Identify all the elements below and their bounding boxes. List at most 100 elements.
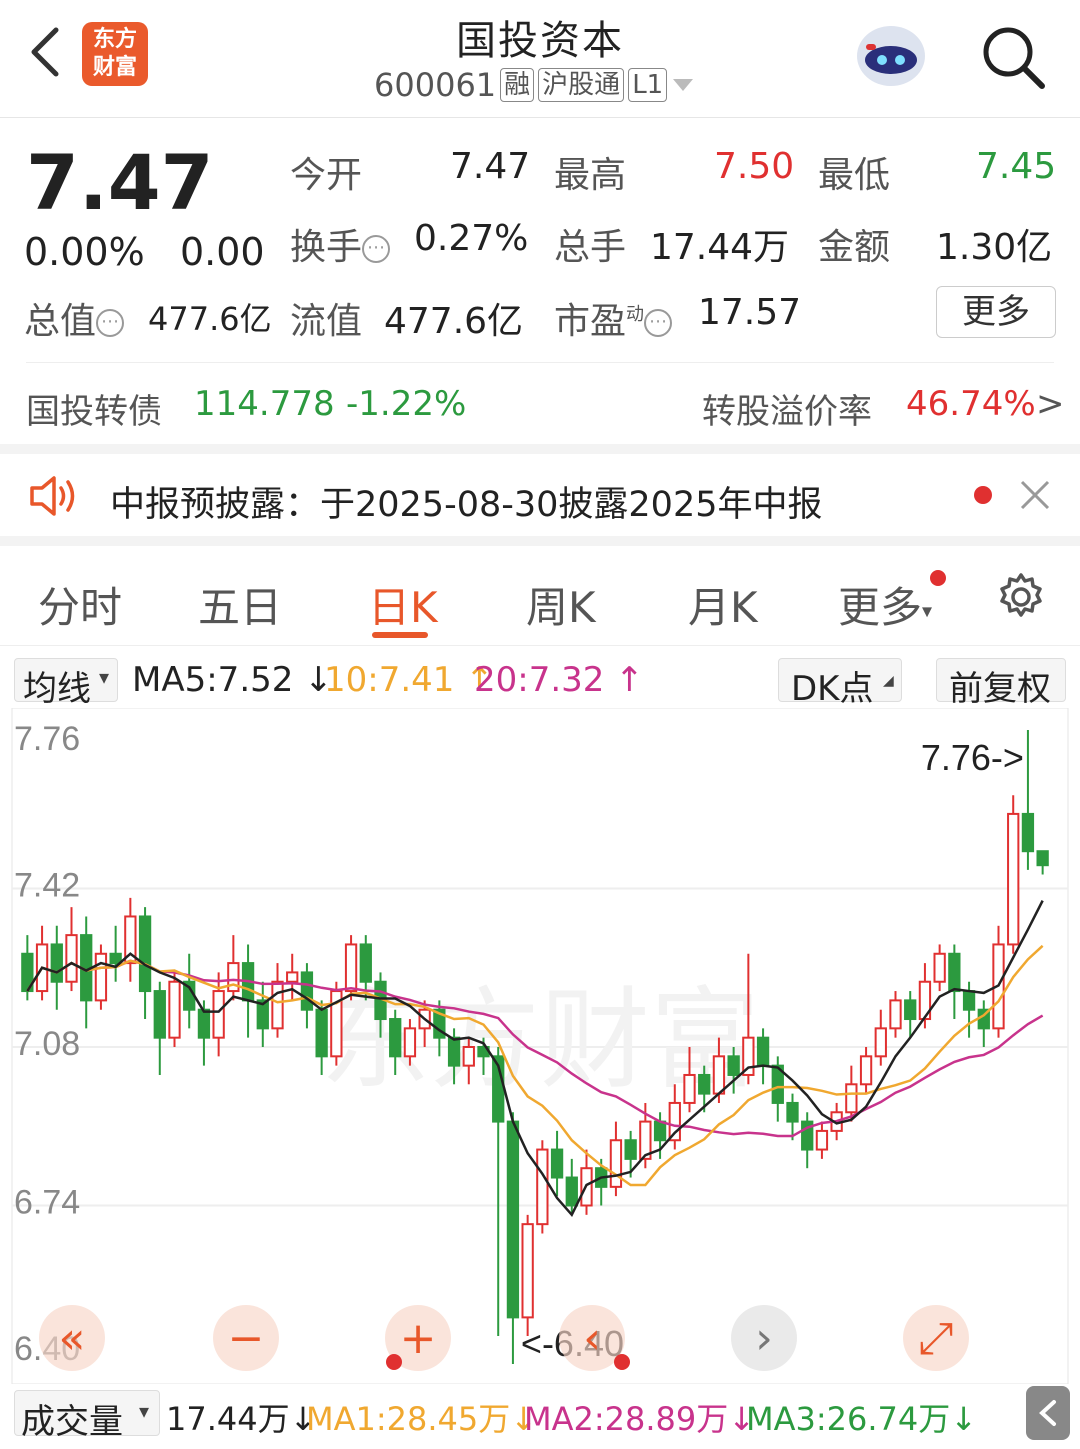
turnover-value: 0.27% [414, 218, 529, 259]
assistant-robot-icon[interactable] [852, 18, 930, 92]
svg-text:‹: ‹ [583, 1313, 601, 1364]
candle-body [653, 1120, 667, 1142]
bond-change: -1.22% [346, 384, 467, 424]
level-tag[interactable]: L1 [628, 68, 668, 102]
search-icon[interactable] [976, 20, 1048, 92]
candle-body [197, 1008, 211, 1039]
ma10-value: 10:7.41 ↑ [324, 660, 494, 700]
candle-body [1036, 850, 1049, 867]
candle-body [565, 1176, 578, 1207]
divider [26, 362, 1054, 363]
candle-body [815, 1129, 829, 1151]
vol-ma1: MA1:28.45万↓ [306, 1400, 538, 1438]
collapse-button[interactable] [1026, 1386, 1070, 1440]
vol-ma3: MA3:26.74万↓ [746, 1400, 978, 1438]
ma-indicator-line: 均线 ▾ MA5:7.52 ↓ 10:7.41 ↑ 20:7.32 ↑ DK点 ◢ … [0, 652, 1080, 709]
tab-five-day[interactable]: 五日 [198, 574, 282, 635]
candle-body [271, 980, 284, 1030]
candle-body [904, 999, 917, 1021]
svg-text:⤢: ⤢ [918, 1313, 953, 1364]
unread-dot [974, 486, 992, 504]
candle-body [1007, 812, 1020, 946]
float-value: 477.6亿 [384, 301, 524, 342]
candle-body [727, 1055, 740, 1076]
settings-gear-icon[interactable] [994, 570, 1048, 624]
candle-body [506, 1120, 520, 1319]
candle-body [212, 990, 225, 1039]
close-icon[interactable] [1018, 478, 1052, 512]
y-tick-label: 7.76 [14, 720, 80, 758]
open-label: 今开 [290, 155, 363, 196]
adjust-selector[interactable]: 前复权 [936, 658, 1066, 709]
info-icon[interactable]: ⋯ [96, 309, 125, 337]
connect-tag: 沪股通 [538, 68, 625, 102]
convertible-bond-row[interactable]: 国投转债 114.778 -1.22% 转股溢价率 46.74% > [0, 364, 1080, 444]
volume-label: 总手 [554, 227, 627, 268]
tab-monthly-k[interactable]: 月K [688, 574, 758, 635]
high-value: 7.50 [714, 146, 795, 187]
chevron-left-icon [1039, 1400, 1056, 1426]
candle-body [109, 952, 122, 965]
tab-more[interactable]: 更多▾ [838, 574, 932, 635]
info-icon[interactable]: ⋯ [362, 235, 391, 263]
candle-body [462, 1046, 475, 1067]
svg-text:+: + [400, 1313, 437, 1364]
y-tick-label: 7.42 [14, 867, 80, 905]
candle-body [389, 1018, 402, 1058]
vol-ma2: MA2:28.89万↓ [524, 1400, 756, 1438]
volume-selector[interactable]: 成交量 ▾ [14, 1390, 160, 1442]
notice-text: 中报预披露：于2025-08-30披露2025年中报 [110, 485, 823, 525]
pe-value: 17.57 [698, 292, 802, 333]
candle-body [300, 971, 314, 1011]
double-left-icon[interactable]: « [39, 1305, 105, 1371]
bond-name: 国投转债 [26, 392, 162, 432]
dk-point-selector[interactable]: DK点 ◢ [778, 658, 902, 709]
volume-value: 17.44万↓ [166, 1400, 317, 1438]
volume-value: 17.44万 [650, 227, 790, 268]
candle-body [786, 1101, 799, 1123]
svg-text:−: − [228, 1313, 265, 1364]
candlestick-chart[interactable]: 7.767.427.086.746.40东方财富7.76-><-6.40«−+‹… [0, 708, 1080, 1384]
pe-label: 市盈动 ⋯ [554, 292, 673, 344]
period-tabs: 分时 五日 日K 周K 月K 更多▾ [0, 556, 1080, 646]
candle-body [624, 1139, 637, 1160]
tab-daily-k[interactable]: 日K [368, 574, 438, 635]
more-quote-button[interactable]: 更多 [936, 286, 1056, 338]
low-value: 7.45 [976, 146, 1057, 187]
candle-body [550, 1148, 564, 1179]
candle-body [359, 943, 372, 983]
caret-down-icon[interactable] [671, 75, 695, 95]
candle-body [712, 1055, 726, 1095]
candle-body [933, 952, 946, 983]
mktcap-label: 总值 ⋯ [24, 292, 125, 344]
zoom-out-icon[interactable]: − [213, 1305, 279, 1371]
candle-body [168, 980, 181, 1039]
candle-body [536, 1148, 549, 1226]
right-icon[interactable]: › [731, 1305, 797, 1371]
info-icon[interactable]: ⋯ [644, 309, 673, 337]
candle-body [874, 1027, 887, 1058]
chevron-right-icon[interactable]: > [1036, 384, 1065, 424]
candle-body [521, 1223, 534, 1319]
marker-dot [614, 1354, 630, 1370]
low-label: 最低 [818, 155, 891, 196]
candle-body [286, 971, 299, 983]
ma20-value: 20:7.32 ↑ [474, 660, 644, 700]
tab-intraday[interactable]: 分时 [38, 574, 122, 635]
notice-bar[interactable]: 中报预披露：于2025-08-30披露2025年中报 [0, 454, 1080, 546]
float-label: 流值 [290, 301, 363, 342]
section-gap [0, 444, 1080, 454]
tab-weekly-k[interactable]: 周K [526, 574, 596, 635]
svg-text:›: › [755, 1313, 773, 1364]
top-bar: 东方 财富 国投资本 600061 融 沪股通 L1 [0, 0, 1080, 118]
stock-code: 600061 [374, 66, 497, 104]
ma-selector[interactable]: 均线 ▾ [14, 658, 118, 709]
y-tick-label: 7.08 [14, 1025, 80, 1063]
tab-badge-dot [930, 570, 946, 586]
candle-body [94, 952, 108, 1002]
candle-body [948, 952, 961, 993]
expand-icon[interactable]: ⤢ [903, 1305, 969, 1371]
mktcap-value: 477.6亿 [148, 300, 272, 338]
max-price-label: 7.76-> [921, 737, 1024, 778]
candle-body [859, 1055, 873, 1086]
